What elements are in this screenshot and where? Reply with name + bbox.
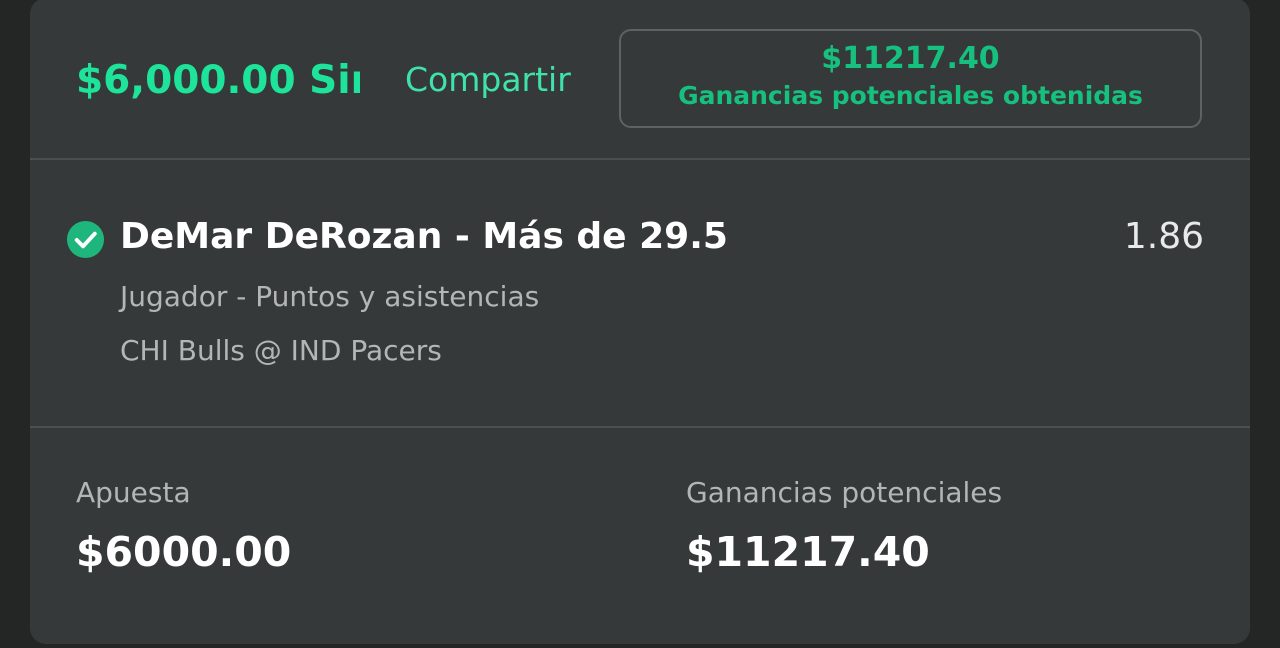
selection-title: DeMar DeRozan - Más de 29.5 xyxy=(120,216,728,257)
share-button[interactable]: Compartir xyxy=(405,58,571,102)
market-name: Jugador - Puntos y asistencias xyxy=(120,280,540,313)
stake-value: $6000.00 xyxy=(76,528,292,576)
divider xyxy=(30,158,1250,160)
winnings-amount: $11217.40 xyxy=(821,41,1000,76)
potential-winnings-label: Ganancias potenciales xyxy=(686,476,1003,509)
winnings-badge: $11217.40 Ganancias potenciales obtenida… xyxy=(619,29,1202,128)
winnings-label: Ganancias potenciales obtenidas xyxy=(678,81,1143,110)
bet-header: $6,000.00 Simple Compartir $11217.40 Gan… xyxy=(30,0,1250,160)
stake-title: $6,000.00 Simple xyxy=(76,58,360,103)
potential-winnings-value: $11217.40 xyxy=(686,528,930,576)
event-name: CHI Bulls @ IND Pacers xyxy=(120,334,442,367)
stake-label: Apuesta xyxy=(76,476,191,509)
divider xyxy=(30,426,1250,428)
odds-value: 1.86 xyxy=(1123,216,1204,257)
bet-card: $6,000.00 Simple Compartir $11217.40 Gan… xyxy=(30,0,1250,644)
check-circle-icon xyxy=(66,220,105,259)
